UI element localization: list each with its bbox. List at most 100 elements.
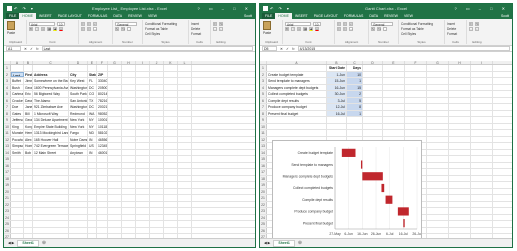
underline-button[interactable]: U xyxy=(297,26,301,31)
align-middle-icon[interactable]: ≡ xyxy=(87,21,91,26)
cell[interactable]: Send template to managers xyxy=(267,78,327,84)
cell[interactable] xyxy=(405,84,427,90)
cell[interactable]: Managers complete dept budgets xyxy=(267,84,327,90)
tab-view[interactable]: VIEW xyxy=(401,13,416,19)
cell[interactable] xyxy=(150,227,164,233)
cell[interactable] xyxy=(150,221,164,227)
row-header[interactable]: 11 xyxy=(260,130,267,136)
cell[interactable] xyxy=(122,130,136,136)
cell[interactable] xyxy=(327,123,347,129)
cell[interactable] xyxy=(136,123,150,129)
cell[interactable] xyxy=(108,130,122,136)
cell[interactable] xyxy=(97,201,108,207)
percent-icon[interactable]: % xyxy=(377,26,381,31)
row-header[interactable]: 6 xyxy=(260,97,267,103)
cell[interactable]: New York xyxy=(69,117,88,123)
cell[interactable] xyxy=(24,227,33,233)
cell[interactable]: 5 xyxy=(347,97,363,103)
cell[interactable] xyxy=(449,156,471,162)
cell[interactable] xyxy=(136,84,150,90)
cell[interactable]: 16-Jun xyxy=(327,84,347,90)
cell[interactable] xyxy=(471,195,493,201)
cell[interactable] xyxy=(363,130,383,136)
cell[interactable]: 1 Microsoft Way xyxy=(33,110,69,116)
cell[interactable] xyxy=(24,156,33,162)
cell[interactable] xyxy=(150,182,164,188)
row-header[interactable]: 6 xyxy=(4,97,11,103)
cell[interactable] xyxy=(427,182,449,188)
cell[interactable] xyxy=(150,195,164,201)
cell[interactable]: Redmond xyxy=(69,110,88,116)
comma-icon[interactable]: , xyxy=(127,26,131,31)
cell[interactable]: Pocahontas xyxy=(11,136,24,142)
user-name[interactable]: Scott xyxy=(241,13,255,19)
cell[interactable] xyxy=(164,188,178,194)
tab-review[interactable]: REVIEW xyxy=(125,13,145,19)
cell[interactable] xyxy=(136,195,150,201)
cell[interactable] xyxy=(427,169,449,175)
cell[interactable] xyxy=(69,169,88,175)
cell[interactable] xyxy=(24,182,33,188)
cell[interactable] xyxy=(97,156,108,162)
row-header[interactable]: 12 xyxy=(4,136,11,142)
cell[interactable] xyxy=(449,136,471,142)
row-header[interactable]: 8 xyxy=(4,110,11,116)
cell[interactable] xyxy=(136,130,150,136)
function-icon[interactable]: fx xyxy=(292,47,295,51)
cell[interactable]: Empire State Building xyxy=(33,123,69,129)
number-format-dropdown[interactable]: General xyxy=(115,21,137,27)
cell[interactable]: Address xyxy=(33,71,69,77)
cell[interactable] xyxy=(178,97,192,103)
cell[interactable] xyxy=(150,143,164,149)
fill-icon[interactable]: ↓ xyxy=(469,26,473,31)
cell[interactable] xyxy=(164,143,178,149)
cell[interactable] xyxy=(164,156,178,162)
cell[interactable] xyxy=(69,214,88,220)
cell[interactable] xyxy=(267,130,327,136)
add-sheet-icon[interactable]: ⊕ xyxy=(298,240,302,246)
row-header[interactable]: 17 xyxy=(4,169,11,175)
cell[interactable] xyxy=(449,208,471,214)
cell[interactable] xyxy=(164,149,178,155)
cell[interactable] xyxy=(108,97,122,103)
cell[interactable] xyxy=(108,214,122,220)
cell[interactable] xyxy=(88,201,97,207)
cell[interactable] xyxy=(449,65,471,71)
align-center-icon[interactable]: ≡ xyxy=(87,26,91,31)
cell[interactable] xyxy=(383,97,405,103)
cell[interactable] xyxy=(471,182,493,188)
cell[interactable] xyxy=(178,136,192,142)
cell[interactable] xyxy=(69,188,88,194)
row-header[interactable]: 13 xyxy=(260,143,267,149)
row-header[interactable]: 10 xyxy=(260,123,267,129)
wrap-text-icon[interactable]: ↵ xyxy=(349,21,353,26)
cell[interactable] xyxy=(471,227,493,233)
cell[interactable]: 2 xyxy=(347,91,363,97)
cell[interactable]: San Antonio xyxy=(69,97,88,103)
cell[interactable] xyxy=(178,78,192,84)
cell[interactable] xyxy=(383,110,405,116)
cell[interactable]: FL xyxy=(88,78,97,84)
cell[interactable] xyxy=(11,65,24,71)
paste-icon[interactable] xyxy=(263,21,271,30)
column-header[interactable]: H xyxy=(122,61,136,64)
cell[interactable] xyxy=(122,78,136,84)
cell[interactable] xyxy=(33,195,69,201)
cell[interactable] xyxy=(88,227,97,233)
find-icon[interactable]: ⌕ xyxy=(475,26,479,31)
fill-icon[interactable]: ↓ xyxy=(213,26,217,31)
cell[interactable]: Munster xyxy=(11,130,24,136)
cell[interactable] xyxy=(108,84,122,90)
cell[interactable] xyxy=(108,188,122,194)
row-header[interactable]: 8 xyxy=(260,110,267,116)
row-header[interactable]: 22 xyxy=(4,201,11,207)
tab-page-layout[interactable]: PAGE LAYOUT xyxy=(311,13,341,19)
cell[interactable] xyxy=(108,182,122,188)
cell[interactable] xyxy=(427,104,449,110)
worksheet-grid[interactable]: A B C D E F G H I J K L 1 2 Last First Address City State Z… xyxy=(4,61,255,238)
cell[interactable] xyxy=(24,188,33,194)
cell[interactable] xyxy=(33,208,69,214)
cell[interactable] xyxy=(11,195,24,201)
cell[interactable] xyxy=(427,195,449,201)
cell[interactable] xyxy=(164,71,178,77)
